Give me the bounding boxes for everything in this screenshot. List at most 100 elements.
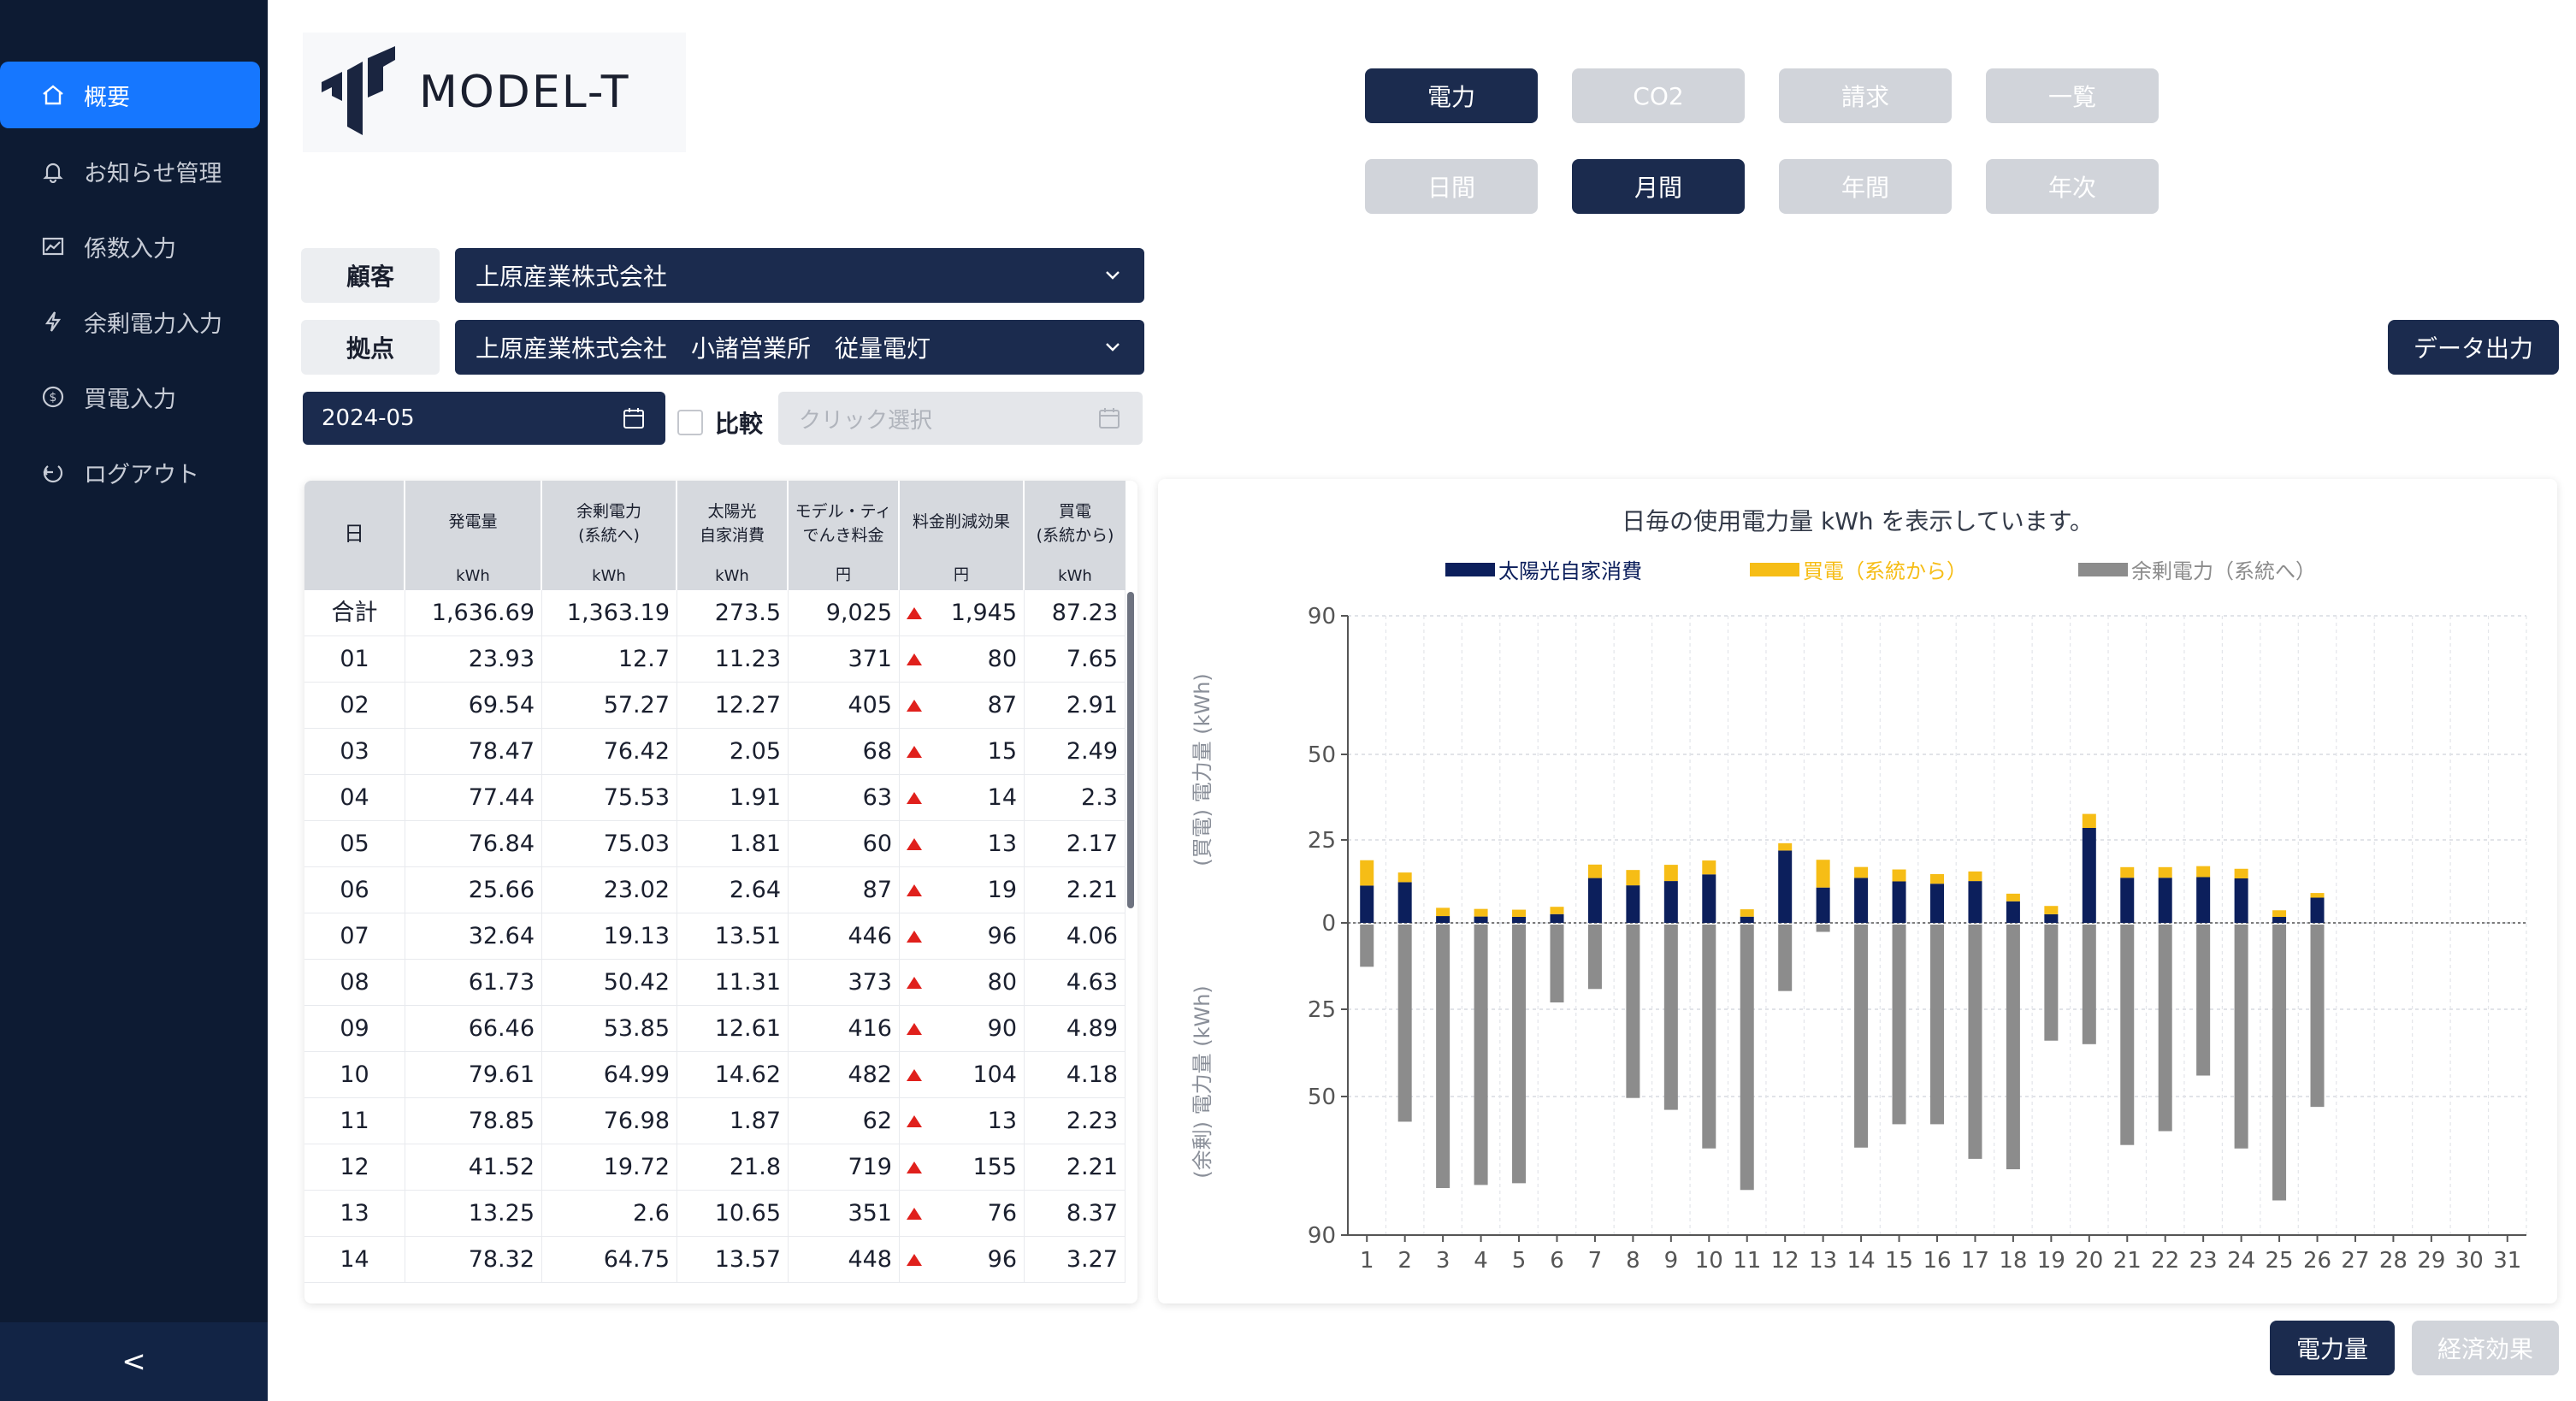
compare-label: 比較 [715,410,764,438]
x-tick-label: 19 [2037,1248,2065,1274]
month-picker[interactable]: 2024-05 [303,392,665,445]
bar-self-consumption [1816,887,1830,923]
table-cell: 273.5 [677,590,789,636]
table-cell: 8.37 [1025,1191,1126,1237]
column-header-unit: kWh [1058,567,1092,585]
table-cell: 482 [789,1052,900,1098]
tab-yearly[interactable]: 年間 [1779,159,1952,214]
economic-effect-button[interactable]: 経済効果 [2412,1321,2559,1375]
bar-buy-power [1512,909,1527,917]
tab-billing[interactable]: 請求 [1779,68,1952,123]
bar-buy-power [2120,866,2135,878]
customer-select[interactable]: 上原産業株式会社 [455,248,1144,303]
table-cell: 12 [304,1144,405,1191]
bar-surplus [1550,925,1564,1003]
tab-label: 年間 [1840,174,1889,202]
table-cell: 13 [900,1098,1025,1144]
table-cell: 78.85 [405,1098,542,1144]
table-header: 日 発電量 kWh 余剰電力 (系統へ) kWh 太陽光 自家消費 kWh モデル・テ… [304,481,1126,590]
table-cell: 19 [900,867,1025,913]
x-tick-label: 30 [2455,1248,2484,1274]
compare-checkbox[interactable] [677,410,703,435]
table-scrollbar[interactable] [1127,592,1134,908]
bar-self-consumption [1512,916,1527,923]
bar-surplus [1360,925,1374,967]
bar-self-consumption [2234,878,2248,923]
x-tick-label: 4 [1474,1248,1488,1274]
table-cell: 87 [900,683,1025,729]
y-tick-label: 25 [1308,997,1336,1023]
bar-self-consumption [2310,897,2325,923]
bar-buy-power [1397,872,1412,883]
column-header-day: 日 [304,481,405,590]
column-header-unit: 円 [836,566,851,584]
bar-buy-power [1550,907,1564,914]
sidebar-item-coefficient[interactable]: 係数入力 [0,213,260,280]
table-row: 06 25.66 23.02 2.64 87 19 2.21 [304,867,1126,913]
table-cell: 03 [304,729,405,775]
table-cell: 2.3 [1025,775,1126,821]
sidebar-item-logout[interactable]: ログアウト [0,439,260,505]
table-cell: 104 [900,1052,1025,1098]
table-cell: 01 [304,636,405,683]
bar-surplus [1626,925,1640,1098]
table-cell: 96 [900,913,1025,960]
table-cell: 77.44 [405,775,542,821]
x-tick-label: 17 [1961,1248,1989,1274]
bar-surplus [2234,925,2248,1149]
column-header-fee: モデル・ティ でんき料金円 [789,481,900,590]
bar-buy-power [2234,868,2248,879]
table-cell: 87.23 [1025,590,1126,636]
tab-label: CO2 [1633,81,1684,110]
table-row: 13 13.25 2.6 10.65 351 76 8.37 [304,1191,1126,1237]
power-amount-button[interactable]: 電力量 [2270,1321,2395,1375]
sidebar-item-label: 買電入力 [84,386,176,413]
sidebar-item-buy[interactable]: $ 買電入力 [0,364,260,430]
bar-buy-power [1587,864,1602,878]
compare-month-picker[interactable]: クリック選択 [778,392,1143,445]
tab-co2[interactable]: CO2 [1572,68,1745,123]
bar-self-consumption [1360,885,1374,923]
tab-daily[interactable]: 日間 [1365,159,1538,214]
tab-monthly[interactable]: 月間 [1572,159,1745,214]
table-row: 04 77.44 75.53 1.91 63 14 2.3 [304,775,1126,821]
table-cell: 63 [789,775,900,821]
tab-power[interactable]: 電力 [1365,68,1538,123]
table-cell: 69.54 [405,683,542,729]
table-cell: 10.65 [677,1191,789,1237]
logo-mark-icon [322,46,395,135]
tab-list[interactable]: 一覧 [1986,68,2159,123]
chevron-down-icon [1106,271,1120,280]
sidebar-item-notices[interactable]: お知らせ管理 [0,138,260,204]
bell-icon [36,154,70,188]
table-cell: 2.21 [1025,1144,1126,1191]
table-cell: 60 [789,821,900,867]
site-label: 拠点 [301,320,440,375]
table-cell: 2.6 [542,1191,677,1237]
bar-self-consumption [2158,878,2172,923]
y-tick-label: 90 [1308,1223,1336,1249]
x-tick-label: 15 [1885,1248,1913,1274]
table-row: 03 78.47 76.42 2.05 68 15 2.49 [304,729,1126,775]
export-data-button[interactable]: データ出力 [2388,320,2559,375]
table-cell: 06 [304,867,405,913]
sidebar-item-surplus[interactable]: 余剰電力入力 [0,288,260,355]
bar-surplus [1968,925,1982,1159]
bar-self-consumption [1930,884,1944,923]
chevron-down-icon [1106,343,1120,352]
tab-annual[interactable]: 年次 [1986,159,2159,214]
column-header-generation: 発電量 kWh [405,481,542,590]
compare-toggle[interactable]: 比較 [677,405,763,440]
bar-buy-power [2272,910,2287,918]
site-select[interactable]: 上原産業株式会社 小諸営業所 従量電灯 [455,320,1144,375]
bar-buy-power [1702,860,1716,875]
bar-self-consumption [1587,878,1602,923]
sidebar-item-overview[interactable]: 概要 [0,62,260,128]
sidebar-collapse-button[interactable]: < [0,1322,268,1401]
column-header-unit: kWh [592,567,626,585]
table-cell: 76.84 [405,821,542,867]
table-row: 07 32.64 19.13 13.51 446 96 4.06 [304,913,1126,960]
calendar-icon [623,408,644,429]
tab-label: 月間 [1634,174,1682,202]
table-cell: 19.13 [542,913,677,960]
